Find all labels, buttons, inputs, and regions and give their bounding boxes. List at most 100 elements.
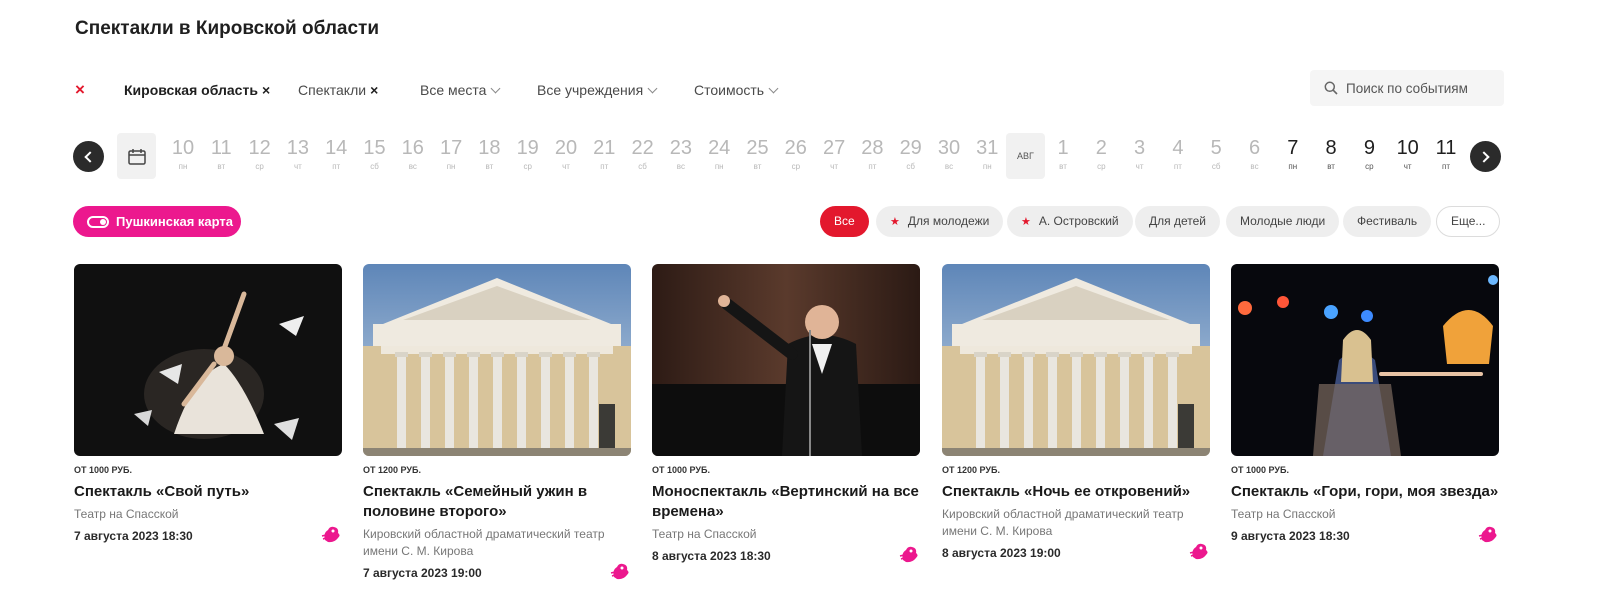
date-item[interactable]: 25 вт xyxy=(739,133,777,179)
date-item[interactable]: 21 пт xyxy=(585,133,623,179)
event-title[interactable]: Спектакль «Гори, гори, моя звезда» xyxy=(1231,482,1499,502)
event-datetime: 7 августа 2023 19:00 xyxy=(363,566,482,580)
page-title: Спектакли в Кировской области xyxy=(75,18,380,39)
date-item[interactable]: 11 пт xyxy=(1427,133,1465,179)
date-item[interactable]: 6 вс xyxy=(1236,133,1274,179)
chevron-down-icon xyxy=(768,83,779,94)
remove-genre-icon[interactable]: × xyxy=(370,82,378,98)
date-number: 30 xyxy=(937,137,961,159)
date-number: 12 xyxy=(248,137,271,159)
date-item[interactable]: 8 вт xyxy=(1312,133,1350,179)
filter-region[interactable]: Кировская область × xyxy=(124,74,270,106)
event-title[interactable]: Спектакль «Свой путь» xyxy=(74,482,342,502)
date-number: 25 xyxy=(746,137,769,159)
event-card[interactable]: ОТ 1000 РУБ. Спектакль «Свой путь» Театр н… xyxy=(74,264,342,543)
date-strip: АВГ 10 пн 11 вт 12 ср 13 чт 14 пт 15 сб 16 вс 17 пн 18 вт… xyxy=(73,133,1533,179)
tag-chip[interactable]: ★ А. Островский xyxy=(1007,206,1133,237)
date-item[interactable]: 23 вс xyxy=(662,133,700,179)
tag-all[interactable]: Все xyxy=(820,206,869,237)
tag-chip[interactable]: Еще... xyxy=(1436,206,1501,237)
chevron-down-icon xyxy=(647,83,658,94)
filter-price-dropdown[interactable]: Стоимость xyxy=(694,74,779,106)
tag-chip[interactable]: Молодые люди xyxy=(1226,206,1340,237)
date-item[interactable]: 14 пт xyxy=(317,133,355,179)
event-image[interactable] xyxy=(363,264,631,456)
date-item[interactable]: 16 вс xyxy=(394,133,432,179)
tag-label: Для детей xyxy=(1149,214,1206,228)
date-item[interactable]: 17 пн xyxy=(432,133,470,179)
date-item[interactable]: 28 пт xyxy=(853,133,891,179)
date-item[interactable]: 2 ср xyxy=(1082,133,1120,179)
event-image[interactable] xyxy=(942,264,1210,456)
weekday-label: пн xyxy=(714,162,724,171)
date-item[interactable]: 24 пн xyxy=(700,133,738,179)
event-price: ОТ 1000 РУБ. xyxy=(1231,465,1289,475)
event-price: ОТ 1200 РУБ. xyxy=(942,465,1000,475)
pushkin-card-icon xyxy=(1477,523,1499,545)
date-item[interactable]: 4 пт xyxy=(1159,133,1197,179)
weekday-label: пн xyxy=(178,162,188,171)
filter-institutions-label: Все учреждения xyxy=(537,82,644,98)
filter-institutions-dropdown[interactable]: Все учреждения xyxy=(537,74,658,106)
weekday-label: вс xyxy=(944,162,954,171)
event-image[interactable] xyxy=(74,264,342,456)
date-item[interactable]: 11 вт xyxy=(202,133,240,179)
event-card[interactable]: ОТ 1000 РУБ. Спектакль «Гори, гори, моя з… xyxy=(1231,264,1499,543)
event-title[interactable]: Спектакль «Семейный ужин в половине втор… xyxy=(363,482,631,522)
date-item[interactable]: 29 сб xyxy=(892,133,930,179)
date-item[interactable]: 26 ср xyxy=(777,133,815,179)
search-input[interactable]: Поиск по событиям xyxy=(1310,70,1504,106)
tag-label: Фестиваль xyxy=(1357,214,1418,228)
date-item[interactable]: 30 вс xyxy=(930,133,968,179)
event-datetime: 8 августа 2023 18:30 xyxy=(652,549,771,563)
date-item[interactable]: 19 ср xyxy=(509,133,547,179)
date-item[interactable]: 20 чт xyxy=(547,133,585,179)
date-item[interactable]: 22 сб xyxy=(624,133,662,179)
event-title[interactable]: Спектакль «Ночь ее откровений» xyxy=(942,482,1210,502)
next-dates-button[interactable] xyxy=(1470,141,1501,172)
clear-filters-button[interactable]: × xyxy=(75,74,85,106)
date-number: 14 xyxy=(325,137,348,159)
event-image[interactable] xyxy=(1231,264,1499,456)
date-item[interactable]: 31 пн xyxy=(968,133,1006,179)
pushkin-card-icon xyxy=(320,523,342,545)
tag-filter-bar: Все ★ Для молодежи ★ А. Островский Для детей М… xyxy=(0,206,1600,237)
event-image[interactable] xyxy=(652,264,920,456)
tag-chip[interactable]: ★ Для молодежи xyxy=(876,206,1004,237)
date-number: 11 xyxy=(210,137,232,159)
date-item[interactable]: 7 пн xyxy=(1274,133,1312,179)
event-card[interactable]: ОТ 1200 РУБ. Спектакль «Семейный ужин в п… xyxy=(363,264,631,580)
weekday-label: вс xyxy=(676,162,685,171)
star-icon: ★ xyxy=(890,216,900,228)
date-item[interactable]: 10 пн xyxy=(164,133,202,179)
date-item[interactable]: 10 чт xyxy=(1389,133,1427,179)
event-title[interactable]: Моноспектакль «Вертинский на все времена… xyxy=(652,482,920,522)
date-item[interactable]: 13 чт xyxy=(279,133,317,179)
date-item[interactable]: 5 сб xyxy=(1197,133,1235,179)
tag-chip[interactable]: Фестиваль xyxy=(1343,206,1432,237)
date-item[interactable]: 12 ср xyxy=(241,133,279,179)
date-item[interactable]: 3 чт xyxy=(1121,133,1159,179)
remove-region-icon[interactable]: × xyxy=(262,82,270,98)
date-number: 31 xyxy=(976,137,999,159)
date-number: 28 xyxy=(861,137,884,159)
weekday-label: чт xyxy=(830,162,839,171)
date-number: 22 xyxy=(631,137,654,159)
filter-genre[interactable]: Спектакли × xyxy=(298,74,378,106)
tag-chip[interactable]: Для детей xyxy=(1135,206,1220,237)
date-item[interactable]: 27 чт xyxy=(815,133,853,179)
event-card[interactable]: ОТ 1200 РУБ. Спектакль «Ночь ее откровени… xyxy=(942,264,1210,560)
date-item[interactable]: 9 ср xyxy=(1350,133,1388,179)
filter-places-dropdown[interactable]: Все места xyxy=(420,74,501,106)
weekday-label: вт xyxy=(1327,162,1335,171)
date-item[interactable]: 15 сб xyxy=(356,133,394,179)
date-number: 8 xyxy=(1325,137,1337,159)
event-card[interactable]: ОТ 1000 РУБ. Моноспектакль «Вертинский на… xyxy=(652,264,920,563)
date-number: 7 xyxy=(1287,137,1299,159)
prev-dates-button[interactable] xyxy=(73,141,104,172)
calendar-button[interactable] xyxy=(117,133,156,179)
date-item[interactable]: 18 вт xyxy=(470,133,508,179)
weekday-label: пт xyxy=(1442,162,1450,171)
calendar-icon xyxy=(127,148,146,165)
date-item[interactable]: 1 вт xyxy=(1044,133,1082,179)
